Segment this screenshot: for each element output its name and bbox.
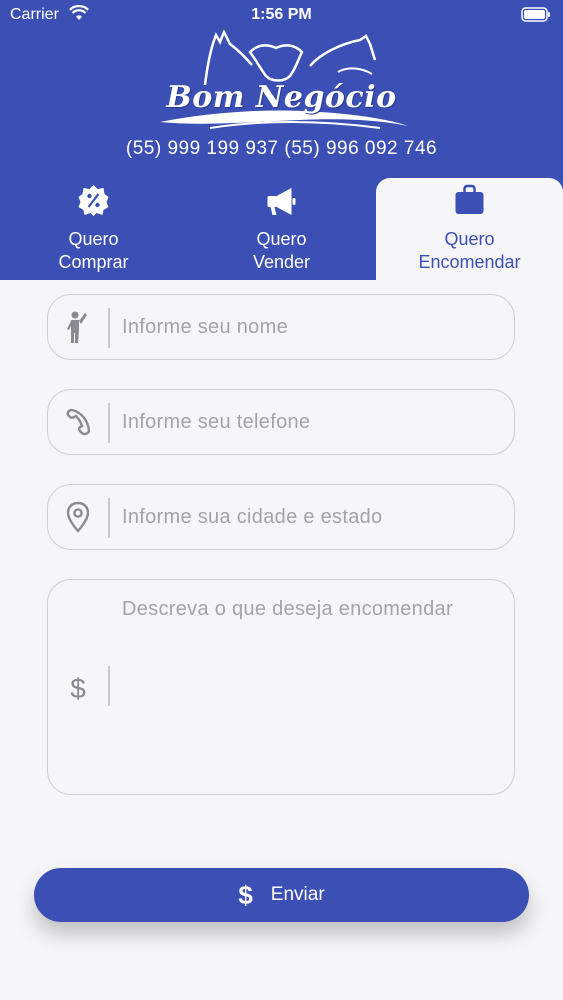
field-divider: [108, 666, 110, 706]
phone-field[interactable]: [47, 389, 515, 455]
tab-label: Quero Encomendar: [418, 229, 521, 272]
description-input[interactable]: [122, 598, 502, 783]
dollar-icon: $: [70, 673, 86, 704]
logo-text: Bom Negócio: [166, 80, 397, 115]
person-waving-icon: [67, 311, 87, 343]
field-divider: [108, 403, 110, 443]
city-field[interactable]: [47, 484, 515, 550]
name-field[interactable]: [47, 294, 515, 360]
app-header: Carrier 1:56 PM Bom Negócio (55) 999 199…: [0, 0, 563, 280]
tab-label: Quero Comprar: [58, 229, 129, 272]
status-bar: Carrier 1:56 PM: [0, 0, 563, 30]
tab-quero-comprar[interactable]: Quero Comprar: [0, 178, 187, 280]
status-time: 1:56 PM: [251, 6, 312, 23]
megaphone-icon: [267, 188, 296, 215]
send-button[interactable]: $ Enviar: [34, 868, 529, 922]
battery-icon: [521, 7, 550, 22]
location-pin-icon: [66, 501, 90, 533]
field-divider: [108, 308, 110, 348]
tab-quero-encomendar[interactable]: Quero Encomendar: [376, 178, 563, 280]
phone-input[interactable]: [122, 390, 502, 454]
city-input[interactable]: [122, 485, 502, 549]
contact-phones: (55) 999 199 937 (55) 996 092 746: [125, 138, 438, 159]
tab-quero-vender[interactable]: Quero Vender: [188, 178, 375, 280]
tab-label: Quero Vender: [252, 229, 311, 272]
name-input[interactable]: [122, 295, 502, 359]
dollar-icon: $: [238, 879, 253, 910]
description-field[interactable]: $: [47, 579, 515, 795]
svg-text:$: $: [70, 673, 86, 704]
briefcase-icon: [455, 184, 484, 214]
discount-badge-icon: [78, 185, 109, 216]
send-button-label: Enviar: [270, 884, 325, 905]
field-divider: [108, 498, 110, 538]
phone-icon: [66, 408, 91, 436]
